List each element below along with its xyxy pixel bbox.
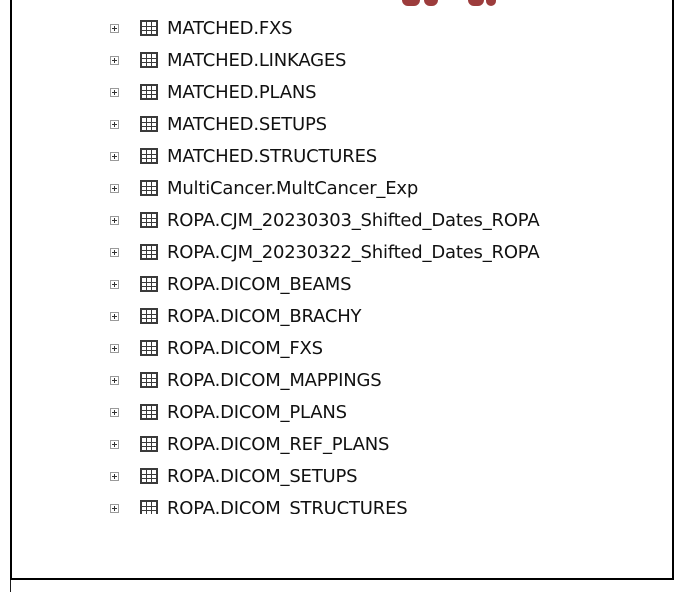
tree-node-table[interactable]: MATCHED.FXS <box>12 14 672 46</box>
table-icon <box>140 372 158 388</box>
tree-node-label: MATCHED.LINKAGES <box>167 50 347 71</box>
tree-node-label: ROPA.DICOM_FXS <box>167 338 323 359</box>
table-icon <box>140 116 158 132</box>
expand-plus-icon[interactable] <box>110 440 119 449</box>
tree-node-table[interactable]: MATCHED.STRUCTURES <box>12 142 672 174</box>
tree-node-label: ROPA.DICOM_SETUPS <box>167 466 358 487</box>
table-icon <box>140 308 158 324</box>
expand-plus-icon[interactable] <box>110 152 119 161</box>
tree-node-label: ROPA.DICOM_MAPPINGS <box>167 370 382 391</box>
tree-node-table[interactable]: ROPA.DICOM_SETUPS <box>12 462 672 494</box>
decorative-mark <box>402 0 420 6</box>
table-icon <box>140 244 158 260</box>
table-icon <box>140 340 158 356</box>
tree-node-label: ROPA.DICOM_BRACHY <box>167 306 362 327</box>
tree-node-label: MATCHED.FXS <box>167 18 293 39</box>
table-icon <box>140 500 158 514</box>
expand-plus-icon[interactable] <box>110 280 119 289</box>
table-icon <box>140 404 158 420</box>
tree-node-label: MATCHED.PLANS <box>167 82 317 103</box>
tree-node-label: ROPA.DICOM_STRUCTURES <box>167 498 408 514</box>
tree-node-label: MATCHED.STRUCTURES <box>167 146 377 167</box>
table-icon <box>140 276 158 292</box>
expand-plus-icon[interactable] <box>110 120 119 129</box>
table-icon <box>140 212 158 228</box>
table-tree-list: MATCHED.FXS MATCHED.LINKAGES MATCHED.PLANS… <box>12 14 672 514</box>
table-icon <box>140 148 158 164</box>
tree-node-table[interactable]: ROPA.DICOM_MAPPINGS <box>12 366 672 398</box>
expand-plus-icon[interactable] <box>110 56 119 65</box>
expand-plus-icon[interactable] <box>110 248 119 257</box>
tree-node-label: ROPA.CJM_20230303_Shifted_Dates_ROPA <box>167 210 540 231</box>
decorative-mark <box>468 0 484 6</box>
tree-node-label: ROPA.DICOM_PLANS <box>167 402 347 423</box>
tree-node-table[interactable]: ROPA.DICOM_BEAMS <box>12 270 672 302</box>
tree-node-table[interactable]: MATCHED.SETUPS <box>12 110 672 142</box>
tree-node-table[interactable]: ROPA.CJM_20230322_Shifted_Dates_ROPA <box>12 238 672 270</box>
object-explorer-panel: MATCHED.FXS MATCHED.LINKAGES MATCHED.PLANS… <box>10 0 674 580</box>
expand-plus-icon[interactable] <box>110 344 119 353</box>
tree-node-table[interactable]: MultiCancer.MultCancer_Exp <box>12 174 672 206</box>
expand-plus-icon[interactable] <box>110 24 119 33</box>
tree-node-label: MATCHED.SETUPS <box>167 114 327 135</box>
tree-node-table[interactable]: ROPA.DICOM_PLANS <box>12 398 672 430</box>
tree-node-table[interactable]: MATCHED.PLANS <box>12 78 672 110</box>
expand-plus-icon[interactable] <box>110 216 119 225</box>
screenshot-canvas: MATCHED.FXS MATCHED.LINKAGES MATCHED.PLANS… <box>0 0 684 592</box>
table-icon <box>140 468 158 484</box>
tree-node-table[interactable]: ROPA.DICOM_STRUCTURES <box>12 494 672 514</box>
tree-node-table[interactable]: MATCHED.LINKAGES <box>12 46 672 78</box>
expand-plus-icon[interactable] <box>110 376 119 385</box>
expand-plus-icon[interactable] <box>110 184 119 193</box>
tree-node-table[interactable]: ROPA.CJM_20230303_Shifted_Dates_ROPA <box>12 206 672 238</box>
tree-node-table[interactable]: ROPA.DICOM_BRACHY <box>12 302 672 334</box>
decorative-mark <box>424 0 438 6</box>
table-icon <box>140 20 158 36</box>
table-icon <box>140 52 158 68</box>
expand-plus-icon[interactable] <box>110 408 119 417</box>
tree-node-label: MultiCancer.MultCancer_Exp <box>167 178 419 199</box>
tree-node-table[interactable]: ROPA.DICOM_REF_PLANS <box>12 430 672 462</box>
decorative-mark <box>486 0 496 6</box>
expand-plus-icon[interactable] <box>110 504 119 513</box>
tree-node-label: ROPA.DICOM_BEAMS <box>167 274 352 295</box>
table-icon <box>140 180 158 196</box>
tree-node-table[interactable]: ROPA.DICOM_FXS <box>12 334 672 366</box>
expand-plus-icon[interactable] <box>110 88 119 97</box>
table-icon <box>140 84 158 100</box>
table-icon <box>140 436 158 452</box>
expand-plus-icon[interactable] <box>110 312 119 321</box>
expand-plus-icon[interactable] <box>110 472 119 481</box>
tree-node-label: ROPA.CJM_20230322_Shifted_Dates_ROPA <box>167 242 540 263</box>
tree-node-label: ROPA.DICOM_REF_PLANS <box>167 434 390 455</box>
